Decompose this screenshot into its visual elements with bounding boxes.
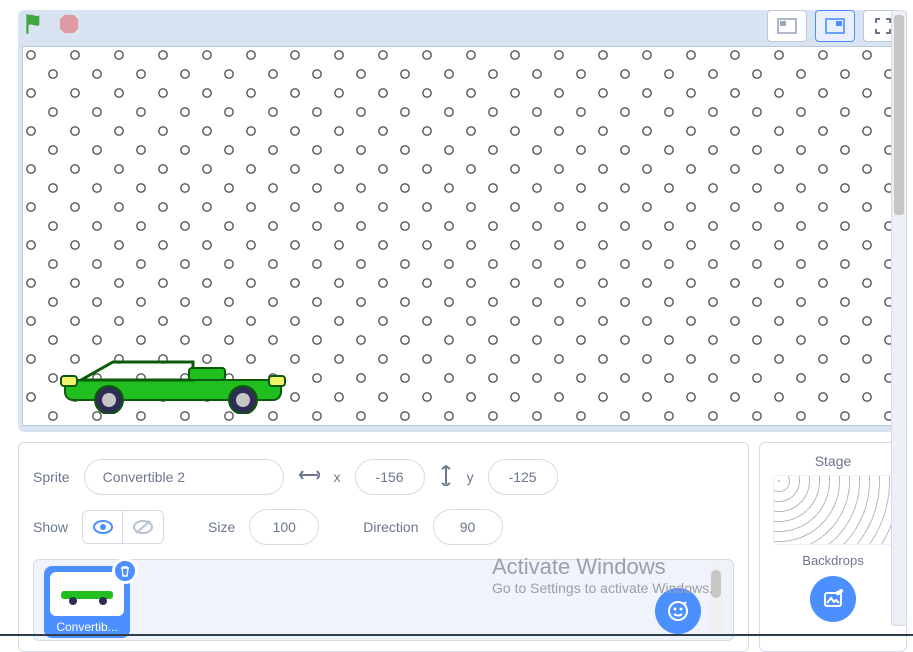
add-sprite-button[interactable] bbox=[655, 588, 701, 634]
sprite-thumbnail[interactable]: Convertib... bbox=[44, 566, 130, 638]
stage[interactable] bbox=[22, 46, 903, 426]
small-stage-button[interactable] bbox=[767, 10, 807, 42]
size-input[interactable]: 100 bbox=[249, 509, 319, 545]
backdrops-label: Backdrops bbox=[802, 553, 863, 568]
stage-thumbnail[interactable] bbox=[773, 475, 893, 545]
y-axis-icon bbox=[439, 464, 453, 491]
page-scrollbar[interactable] bbox=[891, 10, 907, 626]
sprite-panel: Sprite Convertible 2 x -156 y -125 Show … bbox=[18, 442, 749, 652]
thumbnail-label: Convertib... bbox=[50, 616, 124, 636]
large-stage-button[interactable] bbox=[815, 10, 855, 42]
sprite-list-scrollbar[interactable] bbox=[709, 566, 723, 634]
y-input[interactable]: -125 bbox=[488, 459, 558, 495]
stage-title: Stage bbox=[815, 453, 852, 469]
stage-container bbox=[18, 42, 907, 432]
thumbnail-preview bbox=[50, 572, 124, 616]
delete-sprite-button[interactable] bbox=[112, 558, 138, 584]
green-flag-icon[interactable] bbox=[22, 11, 48, 42]
stage-side-panel: Stage Backdrops bbox=[759, 442, 907, 652]
direction-label: Direction bbox=[363, 519, 418, 535]
add-backdrop-button[interactable] bbox=[810, 576, 856, 622]
size-label: Size bbox=[208, 519, 235, 535]
sprite-list: Convertib... bbox=[33, 559, 734, 641]
app-root: Sprite Convertible 2 x -156 y -125 Show … bbox=[0, 0, 913, 636]
y-label: y bbox=[467, 469, 474, 485]
hide-button[interactable] bbox=[123, 511, 163, 543]
visibility-toggle bbox=[82, 510, 164, 544]
x-axis-icon bbox=[298, 468, 320, 487]
sprite-convertible[interactable] bbox=[53, 354, 293, 419]
info-row: Sprite Convertible 2 x -156 y -125 Show … bbox=[18, 442, 907, 652]
direction-input[interactable]: 90 bbox=[433, 509, 503, 545]
x-input[interactable]: -156 bbox=[355, 459, 425, 495]
stop-icon[interactable] bbox=[58, 13, 80, 40]
sprite-name-input[interactable]: Convertible 2 bbox=[84, 459, 284, 495]
stage-toolbar bbox=[18, 10, 907, 42]
main-column: Sprite Convertible 2 x -156 y -125 Show … bbox=[0, 0, 913, 636]
show-button[interactable] bbox=[83, 511, 123, 543]
sprite-label: Sprite bbox=[33, 469, 70, 485]
x-label: x bbox=[334, 469, 341, 485]
show-label: Show bbox=[33, 519, 68, 535]
